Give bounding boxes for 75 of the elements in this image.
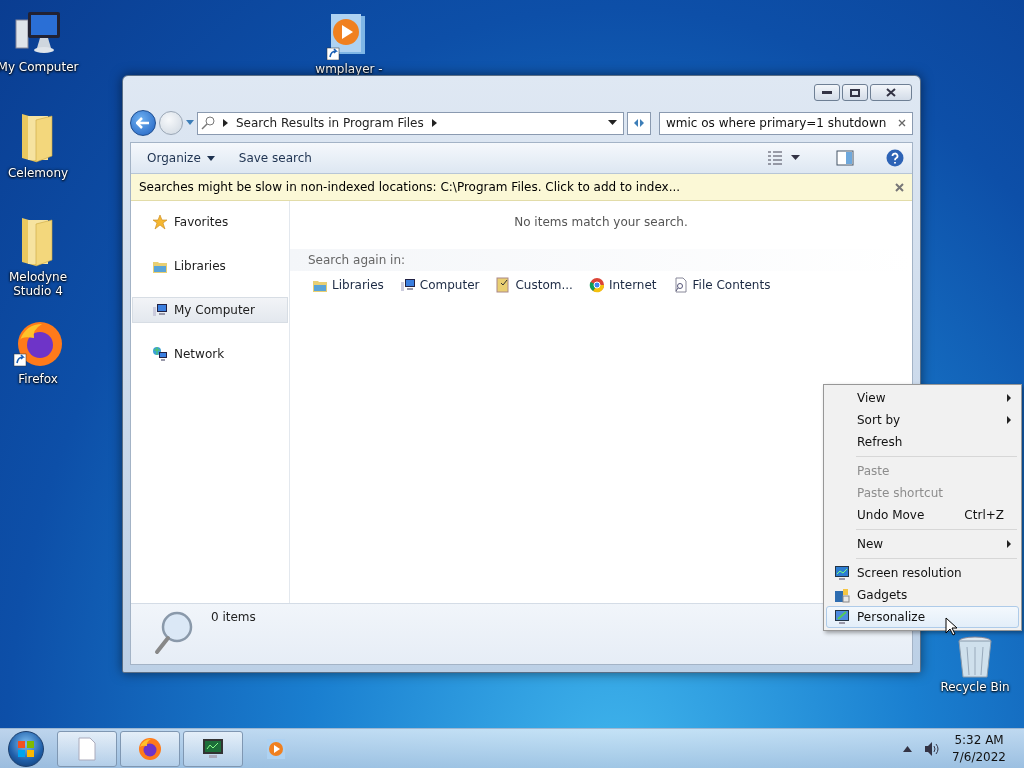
desktop-icon-label[interactable]: Firefox xyxy=(18,372,58,386)
info-bar[interactable]: Searches might be slow in non-indexed locations: C:\Program Files. Click to add to index... xyxy=(131,174,912,201)
search-field[interactable]: wmic os where primary=1 shutdown xyxy=(659,111,913,135)
network-icon xyxy=(152,346,168,362)
monitor-chart-icon xyxy=(834,565,850,581)
document-search-icon xyxy=(672,277,689,293)
gadgets-icon xyxy=(834,587,850,603)
search-location-button[interactable]: Custom... xyxy=(493,275,575,295)
menu-item[interactable]: Undo Move Ctrl+Z xyxy=(826,504,1019,526)
speaker-icon[interactable] xyxy=(924,740,941,757)
dropdown-icon[interactable] xyxy=(608,120,617,126)
taskbar-button[interactable] xyxy=(120,730,180,767)
refresh-button[interactable] xyxy=(627,111,651,135)
start-button[interactable] xyxy=(8,730,44,767)
magnifier-icon xyxy=(153,610,193,656)
caret-icon xyxy=(206,155,215,161)
menu-item[interactable]: Sort by xyxy=(826,409,1019,431)
star-icon xyxy=(152,214,168,230)
folder-check-icon xyxy=(495,277,512,293)
minimize-icon xyxy=(822,90,832,95)
submenu-arrow-icon xyxy=(1007,416,1012,424)
desktop-icon-label[interactable]: wmplayer - xyxy=(315,62,383,76)
search-location-button[interactable]: File Contents xyxy=(670,275,773,295)
close-button[interactable] xyxy=(870,84,912,101)
search-icon xyxy=(201,116,215,130)
toolbar-button[interactable]: Organize xyxy=(139,147,223,169)
show-hidden-icons-icon[interactable] xyxy=(903,745,913,752)
navigation-item[interactable]: Libraries xyxy=(132,253,288,279)
dropdown-icon[interactable] xyxy=(791,155,800,161)
clear-icon[interactable] xyxy=(898,119,906,127)
close-icon xyxy=(886,88,896,97)
preview-pane-icon[interactable] xyxy=(836,150,854,166)
refresh-icon xyxy=(632,116,646,130)
minimize-button[interactable] xyxy=(814,84,840,101)
menu-item[interactable]: View xyxy=(826,387,1019,409)
empty-message: No items match your search. xyxy=(513,214,689,231)
info-bar-message: Searches might be slow in non-indexed locations: C:\Program Files. Click to add to index... xyxy=(139,180,681,194)
navigation-item[interactable]: Favorites xyxy=(132,209,288,235)
menu-item[interactable]: Refresh xyxy=(826,431,1019,453)
recycle-bin-icon xyxy=(958,636,992,678)
firefox-icon xyxy=(137,735,163,762)
maximize-icon xyxy=(850,88,860,97)
browser-icon xyxy=(588,277,605,293)
desktop-icon-label[interactable]: Celemony xyxy=(7,166,69,180)
menu-item[interactable]: New xyxy=(826,533,1019,555)
item-count: 0 items xyxy=(211,610,256,624)
toolbar-button[interactable]: Save search xyxy=(230,147,320,169)
computer-icon xyxy=(399,277,416,293)
clock[interactable]: 5:32 AM 7/6/2022 xyxy=(952,731,1006,766)
taskbar-button[interactable] xyxy=(183,730,243,767)
search-location-button[interactable]: Libraries xyxy=(310,275,386,295)
address-bar[interactable]: Search Results in Program Files xyxy=(197,111,624,135)
menu-item[interactable]: Screen resolution xyxy=(826,562,1019,584)
submenu-arrow-icon xyxy=(1007,540,1012,548)
breadcrumb-arrow-icon xyxy=(431,119,437,127)
maximize-button[interactable] xyxy=(842,84,868,101)
mouse-cursor-icon xyxy=(945,617,959,637)
menu-item[interactable]: Personalize xyxy=(826,606,1019,628)
menu-item[interactable]: Gadgets xyxy=(826,584,1019,606)
back-arrow-icon xyxy=(136,117,150,129)
breadcrumb-arrow-icon xyxy=(223,119,228,127)
submenu-arrow-icon xyxy=(1007,394,1012,402)
search-location-button[interactable]: Computer xyxy=(397,275,482,295)
help-icon[interactable] xyxy=(886,149,904,167)
view-list-icon[interactable] xyxy=(767,150,783,166)
back-button[interactable] xyxy=(130,110,156,136)
desktop-icon-label[interactable]: Melodyne Studio 4 xyxy=(8,270,68,298)
navigation-item[interactable]: My Computer xyxy=(132,297,288,323)
navigation-item[interactable]: Network xyxy=(132,341,288,367)
search-location-button[interactable]: Internet xyxy=(586,275,659,295)
desktop-icon-label[interactable]: Recycle Bin xyxy=(940,680,1010,694)
monitor-brush-icon xyxy=(834,609,850,625)
windows-logo-icon xyxy=(17,739,35,758)
computer-icon xyxy=(152,302,168,318)
close-icon[interactable] xyxy=(895,182,904,192)
